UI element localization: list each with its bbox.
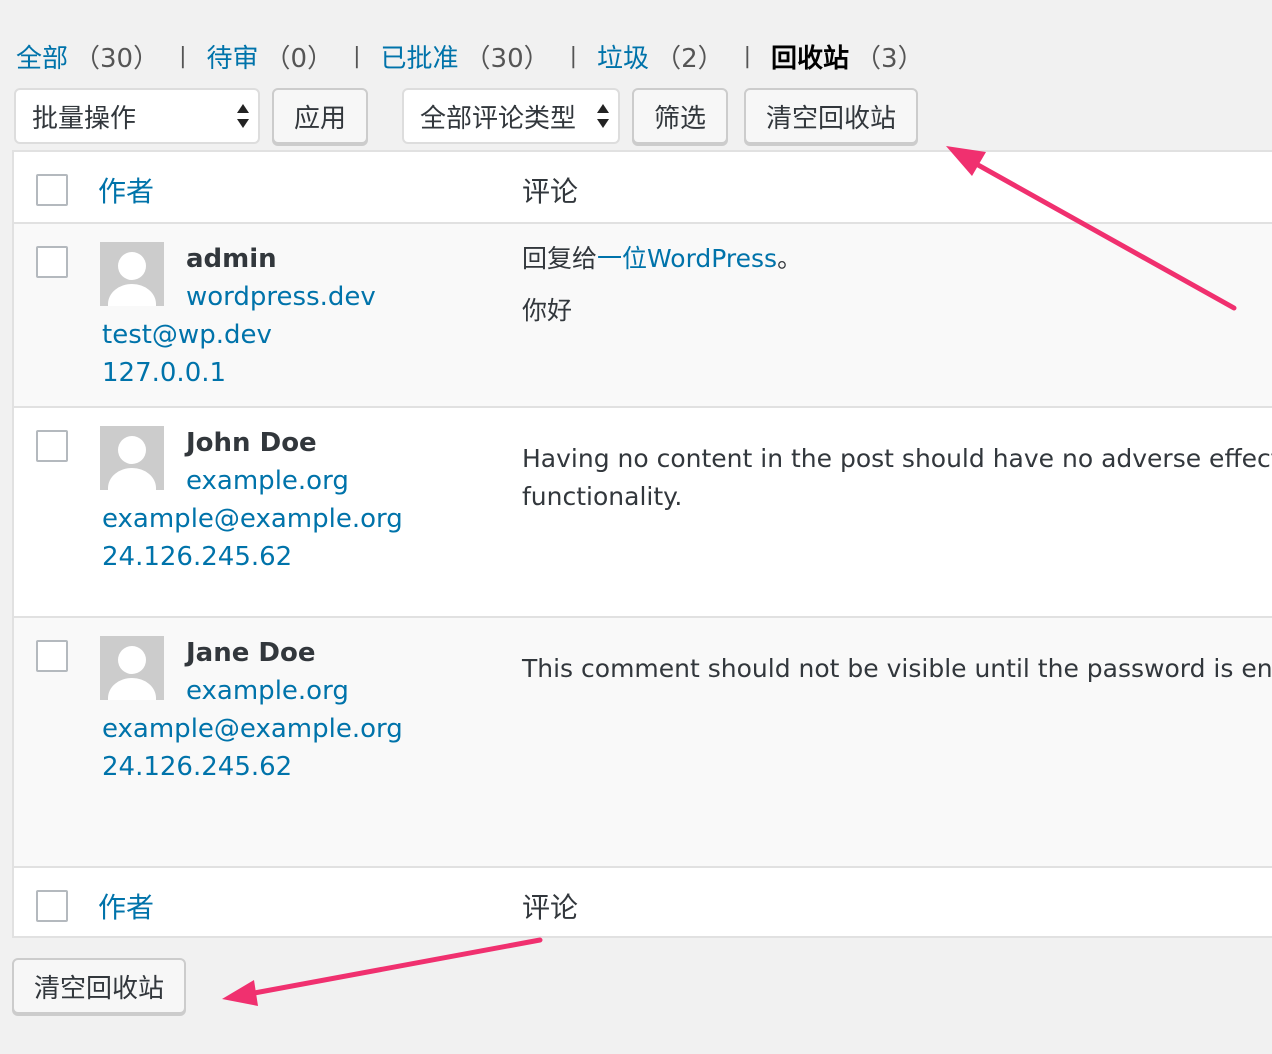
table-header: 作者 评论 <box>14 152 1272 224</box>
select-all-checkbox-footer[interactable] <box>36 890 68 922</box>
filter-trash-count: （3） <box>855 43 924 74</box>
status-filter-links: 全部 （30） | 待审 （0） | 已批准 （30） | 垃圾 （2） | 回收站 （3… <box>16 36 924 76</box>
author-ip-link[interactable]: 24.126.245.62 <box>102 542 292 572</box>
filter-button[interactable]: 筛选 <box>632 88 728 144</box>
filter-pending-link[interactable]: 待审 <box>207 38 259 75</box>
column-comment-header: 评论 <box>522 175 579 208</box>
comment-type-select-value: 全部评论类型 <box>420 103 577 134</box>
column-author-header[interactable]: 作者 <box>98 170 154 210</box>
author-email-link[interactable]: example@example.org <box>102 714 403 744</box>
comment-text-line: Having no content in the post should hav… <box>522 444 1272 473</box>
filter-approved-count: （30） <box>464 43 550 74</box>
avatar <box>100 426 164 490</box>
bulk-action-select-value: 批量操作 <box>32 103 137 134</box>
author-url-link[interactable]: example.org <box>186 466 349 496</box>
column-author-footer[interactable]: 作者 <box>98 886 154 926</box>
filter-spam-link[interactable]: 垃圾 <box>597 38 649 75</box>
filter-approved[interactable]: 已批准 （30） <box>381 38 550 75</box>
reply-suffix: 。 <box>777 244 803 273</box>
column-comment-footer: 评论 <box>522 891 579 924</box>
author-email-link[interactable]: test@wp.dev <box>102 320 272 350</box>
filter-spam[interactable]: 垃圾 （2） <box>597 38 724 75</box>
bulk-action-select[interactable]: 批量操作 <box>14 88 260 144</box>
filter-trash-link[interactable]: 回收站 <box>771 38 849 75</box>
table-footer: 作者 评论 <box>14 866 1272 936</box>
filter-approved-link[interactable]: 已批准 <box>381 38 459 75</box>
filter-spam-count: （2） <box>655 43 724 74</box>
table-row: John Doe example.org example@example.org… <box>14 408 1272 618</box>
author-email-link[interactable]: example@example.org <box>102 504 403 534</box>
comment-text-line: functionality. <box>522 482 683 511</box>
comment-reply-line: 回复给一位WordPress。 <box>522 240 802 278</box>
filter-trash[interactable]: 回收站 （3） <box>771 38 924 75</box>
reply-prefix: 回复给 <box>522 244 598 273</box>
filter-pending[interactable]: 待审 （0） <box>207 38 334 75</box>
empty-trash-button-bottom[interactable]: 清空回收站 <box>12 958 186 1014</box>
author-ip-link[interactable]: 24.126.245.62 <box>102 752 292 782</box>
table-row: admin wordpress.dev test@wp.dev 127.0.0.… <box>14 224 1272 408</box>
filter-all-link[interactable]: 全部 <box>16 38 68 75</box>
author-url-link[interactable]: example.org <box>186 676 349 706</box>
author-name: Jane Doe <box>186 638 316 668</box>
reply-to-link[interactable]: 一位WordPress <box>597 244 777 273</box>
row-checkbox[interactable] <box>36 640 68 672</box>
separator: | <box>179 43 187 69</box>
comment-text-line: This comment should not be visible until… <box>522 654 1272 683</box>
annotation-arrow-bottom <box>222 937 543 1006</box>
select-arrows-icon <box>596 103 610 129</box>
select-arrows-icon <box>236 103 250 129</box>
separator: | <box>353 43 361 69</box>
select-all-checkbox[interactable] <box>36 174 68 206</box>
table-row: Jane Doe example.org example@example.org… <box>14 618 1272 866</box>
comment-type-select[interactable]: 全部评论类型 <box>402 88 620 144</box>
separator: | <box>743 43 752 69</box>
filter-all[interactable]: 全部 （30） <box>16 38 159 75</box>
row-checkbox[interactable] <box>36 246 68 278</box>
comment-text: 你好 <box>522 296 573 325</box>
row-checkbox[interactable] <box>36 430 68 462</box>
empty-trash-button-top[interactable]: 清空回收站 <box>744 88 918 144</box>
author-url-link[interactable]: wordpress.dev <box>186 282 376 312</box>
avatar <box>100 636 164 700</box>
filter-all-count: （30） <box>74 43 160 74</box>
comments-table: 作者 评论 admin wordpress.dev test@wp.dev 12… <box>12 150 1272 938</box>
apply-button[interactable]: 应用 <box>272 88 368 144</box>
author-name: John Doe <box>186 428 317 458</box>
author-ip-link[interactable]: 127.0.0.1 <box>102 358 226 388</box>
filter-pending-count: （0） <box>264 43 334 74</box>
author-name: admin <box>186 244 277 274</box>
avatar <box>100 242 164 306</box>
separator: | <box>569 43 578 69</box>
